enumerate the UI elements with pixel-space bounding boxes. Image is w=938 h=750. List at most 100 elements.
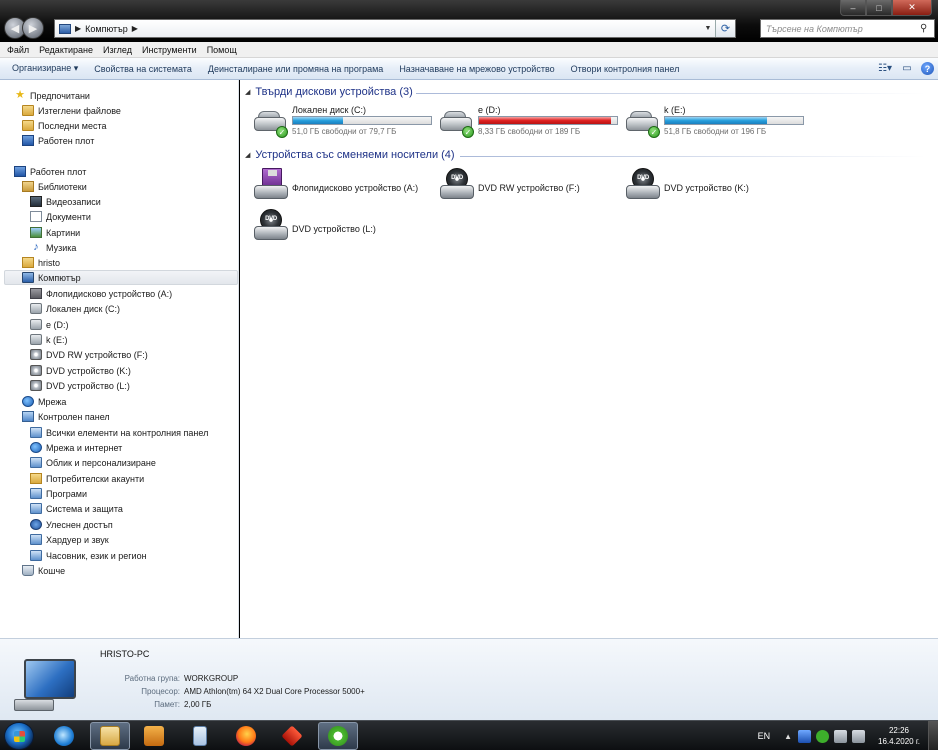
nav-label: Улеснен достъп bbox=[46, 519, 113, 530]
media-player-icon[interactable] bbox=[134, 722, 174, 750]
nav-videos[interactable]: Видеозаписи bbox=[30, 194, 101, 209]
nav-dvd-l[interactable]: DVD устройство (L:) bbox=[30, 378, 130, 393]
breadcrumb-separator-icon[interactable]: ▶ bbox=[75, 24, 81, 33]
nav-label: Потребителски акаунти bbox=[46, 473, 145, 484]
nav-network[interactable]: Мрежа bbox=[22, 394, 66, 409]
nav-cp-appearance[interactable]: Облик и персонализиране bbox=[30, 455, 156, 470]
close-button[interactable]: ✕ bbox=[892, 0, 932, 16]
hdd-icon: ✓ bbox=[626, 107, 660, 138]
removable-group-header[interactable]: ◢ Устройства със сменяеми носители (4) bbox=[245, 149, 455, 161]
tray-expand-icon[interactable]: ▲ bbox=[784, 732, 792, 741]
uninstall-program-button[interactable]: Деинсталиране или промяна на програма bbox=[200, 64, 391, 74]
workgroup-label: Работна група: bbox=[124, 674, 180, 683]
firefox-icon[interactable] bbox=[226, 722, 266, 750]
nav-desktop-fav[interactable]: Работен плот bbox=[22, 133, 94, 148]
breadcrumb-computer[interactable]: Компютър bbox=[85, 24, 128, 34]
menu-file[interactable]: Файл bbox=[2, 45, 34, 55]
change-view-icon[interactable]: ☷▾ bbox=[877, 61, 893, 76]
utorrent-icon[interactable] bbox=[318, 722, 358, 750]
nav-buttons: ◀ ▶ bbox=[4, 17, 50, 39]
system-properties-button[interactable]: Свойства на системата bbox=[86, 64, 200, 74]
nav-downloads[interactable]: Изтеглени файлове bbox=[22, 103, 121, 118]
nav-cp-user-accounts[interactable]: Потребителски акаунти bbox=[30, 471, 144, 486]
menu-edit[interactable]: Редактиране bbox=[34, 45, 98, 55]
open-control-panel-button[interactable]: Отвори контролния панел bbox=[563, 64, 688, 74]
refresh-button[interactable]: ⟳ bbox=[715, 20, 735, 37]
details-pane: HRISTO-PC Работна група: WORKGROUP Проце… bbox=[0, 638, 938, 720]
nav-label: Картини bbox=[46, 227, 81, 238]
preview-pane-icon[interactable]: ▭ bbox=[899, 61, 915, 76]
nav-cp-system-security[interactable]: Система и защита bbox=[30, 501, 123, 516]
nav-dvd-k[interactable]: DVD устройство (K:) bbox=[30, 363, 131, 378]
internet-explorer-icon[interactable] bbox=[44, 722, 84, 750]
organize-button[interactable]: Организиране ▾ bbox=[4, 63, 86, 74]
nav-cp-network[interactable]: Мрежа и интернет bbox=[30, 440, 122, 455]
nav-floppy-a[interactable]: Флопидисково устройство (A:) bbox=[30, 286, 172, 301]
network-tray-icon[interactable] bbox=[834, 729, 848, 743]
nav-cp-accessibility[interactable]: Улеснен достъп bbox=[30, 517, 113, 532]
nav-documents[interactable]: Документи bbox=[30, 209, 91, 224]
menu-view[interactable]: Изглед bbox=[98, 45, 137, 55]
taskbar: EN ▲ 22:26 16.4.2020 г. bbox=[0, 720, 938, 750]
nav-cp-all-items[interactable]: Всички елементи на контролния панел bbox=[30, 425, 208, 440]
maximize-button[interactable]: □ bbox=[866, 0, 892, 16]
nav-user-folder[interactable]: hristo bbox=[22, 255, 60, 270]
nav-dvd-f[interactable]: DVD RW устройство (F:) bbox=[30, 347, 148, 362]
app-icon[interactable] bbox=[272, 722, 312, 750]
menu-help[interactable]: Помощ bbox=[202, 45, 242, 55]
minimize-button[interactable]: ‒ bbox=[840, 0, 866, 16]
nav-drive-e[interactable]: k (E:) bbox=[30, 332, 68, 347]
drive-dvd-l[interactable]: DVD DVD устройство (L:) bbox=[254, 209, 439, 245]
collapse-triangle-icon[interactable]: ◢ bbox=[245, 88, 250, 96]
content-pane: ◢ Твърди дискови устройства (3) ✓ Локале… bbox=[240, 80, 938, 638]
history-dropdown-icon[interactable]: ▼ bbox=[701, 25, 715, 32]
nav-cp-hardware-sound[interactable]: Хардуер и звук bbox=[30, 532, 109, 547]
nav-cp-clock-region[interactable]: Часовник, език и регион bbox=[30, 548, 147, 563]
search-icon[interactable]: ⚲ bbox=[920, 23, 934, 34]
nav-drive-c[interactable]: Локален диск (C:) bbox=[30, 301, 120, 316]
breadcrumb-separator-icon[interactable]: ▶ bbox=[132, 24, 138, 33]
drive-dvd-f[interactable]: DVD DVD RW устройство (F:) bbox=[440, 168, 625, 204]
collapse-triangle-icon[interactable]: ◢ bbox=[245, 151, 250, 159]
drive-e[interactable]: ✓ k (E:) 51,8 ГБ свободни от 196 ГБ bbox=[626, 105, 806, 139]
drive-floppy-a[interactable]: Флопидисково устройство (A:) bbox=[254, 168, 439, 204]
nav-music[interactable]: ♪ Музика bbox=[30, 240, 76, 255]
drive-d[interactable]: ✓ e (D:) 8,33 ГБ свободни от 189 ГБ bbox=[440, 105, 620, 139]
forward-button[interactable]: ▶ bbox=[22, 17, 44, 39]
search-box[interactable]: Търсене на Компютър ⚲ bbox=[760, 19, 935, 38]
file-explorer-icon[interactable] bbox=[90, 722, 130, 750]
drive-dvd-k[interactable]: DVD DVD устройство (K:) bbox=[626, 168, 811, 204]
address-bar[interactable]: ▶ Компютър ▶ ▼ ⟳ bbox=[54, 19, 736, 38]
language-indicator[interactable]: EN bbox=[758, 731, 771, 741]
shield-icon[interactable] bbox=[798, 729, 812, 743]
help-icon[interactable]: ? bbox=[921, 62, 934, 75]
nav-computer[interactable]: Компютър bbox=[4, 270, 238, 285]
drive-c[interactable]: ✓ Локален диск (C:) 51,0 ГБ свободни от … bbox=[254, 105, 434, 139]
show-desktop-button[interactable] bbox=[928, 721, 938, 750]
map-network-drive-button[interactable]: Назначаване на мрежово устройство bbox=[391, 64, 562, 74]
menu-tools[interactable]: Инструменти bbox=[137, 45, 202, 55]
usage-bar bbox=[478, 116, 618, 125]
nav-desktop[interactable]: Работен плот bbox=[14, 164, 86, 179]
nav-favorites[interactable]: ★ Предпочитани bbox=[14, 88, 90, 103]
nav-recent-places[interactable]: Последни места bbox=[22, 118, 107, 133]
nav-libraries[interactable]: Библиотеки bbox=[22, 179, 87, 194]
nav-control-panel[interactable]: Контролен панел bbox=[22, 409, 110, 424]
document-icon bbox=[30, 211, 42, 222]
recent-places-icon bbox=[22, 120, 34, 131]
notepad-icon[interactable] bbox=[180, 722, 220, 750]
workgroup-value: WORKGROUP bbox=[184, 674, 239, 683]
hdd-group-header[interactable]: ◢ Твърди дискови устройства (3) bbox=[245, 86, 413, 98]
nav-pictures[interactable]: Картини bbox=[30, 225, 80, 240]
nav-recycle-bin[interactable]: Кошче bbox=[22, 563, 65, 578]
hardware-sound-icon bbox=[30, 534, 42, 545]
volume-icon[interactable] bbox=[852, 729, 866, 743]
utorrent-tray-icon[interactable] bbox=[816, 729, 830, 743]
nav-cp-programs[interactable]: Програми bbox=[30, 486, 87, 501]
nav-label: Изтеглени файлове bbox=[38, 105, 121, 116]
nav-drive-d[interactable]: e (D:) bbox=[30, 317, 69, 332]
start-button[interactable] bbox=[4, 722, 34, 750]
usage-bar bbox=[292, 116, 432, 125]
clock[interactable]: 22:26 16.4.2020 г. bbox=[878, 725, 920, 747]
search-input[interactable]: Търсене на Компютър bbox=[761, 24, 920, 34]
